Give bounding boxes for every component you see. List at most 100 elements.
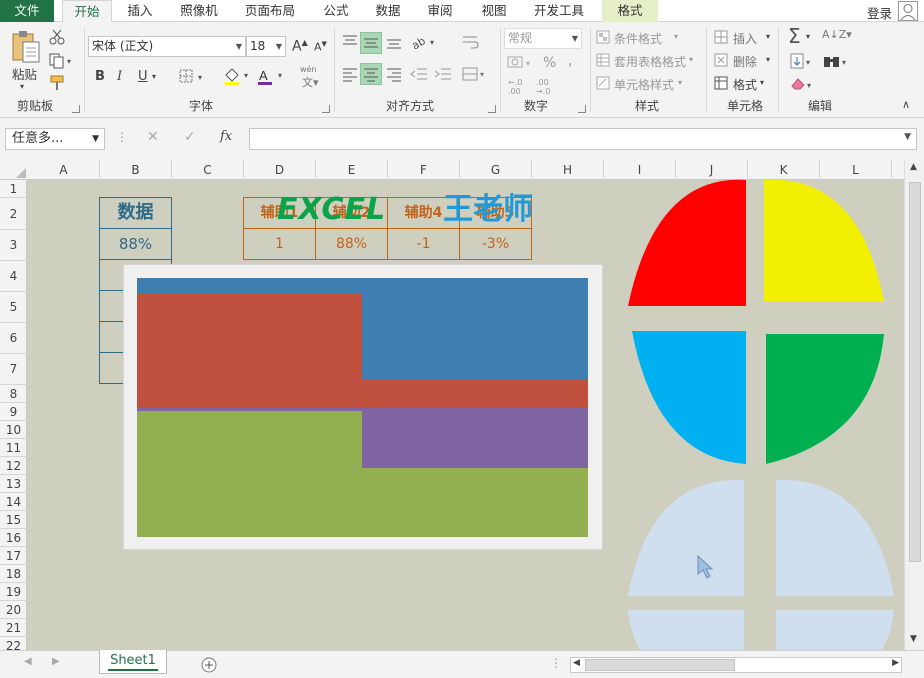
paste-dropdown-icon[interactable]: ▾ (20, 82, 24, 91)
column-header[interactable]: B (100, 160, 172, 180)
scroll-left-icon[interactable]: ◀ (573, 658, 580, 668)
pie-pale-quarter-br[interactable] (776, 610, 894, 650)
user-avatar-icon[interactable] (898, 1, 918, 21)
helper-cell[interactable]: -1 (387, 228, 460, 260)
decrease-indent-icon[interactable] (410, 66, 428, 82)
next-sheet-icon[interactable]: ▶ (52, 656, 60, 667)
row-header[interactable]: 19 (0, 583, 27, 601)
insert-cells-button[interactable]: 插入 (733, 30, 757, 47)
row-header[interactable]: 21 (0, 619, 27, 637)
row-header[interactable]: 20 (0, 601, 27, 619)
row-header[interactable]: 5 (0, 292, 27, 323)
insert-function-button[interactable]: fx (220, 129, 232, 144)
cancel-entry-icon[interactable]: ✕ (147, 129, 159, 145)
decrease-decimal-button[interactable]: .00 →.0 (536, 78, 558, 96)
column-header[interactable]: H (532, 160, 604, 180)
orientation-icon[interactable]: ab ▾ (410, 34, 438, 50)
autosum-icon[interactable]: Σ (788, 24, 801, 48)
column-header[interactable]: A (28, 160, 100, 180)
tab-split-grip-icon[interactable]: ⋮ (550, 656, 562, 670)
scroll-right-icon[interactable]: ▶ (892, 658, 899, 668)
pie-shapes-group[interactable] (620, 176, 904, 650)
tab-page-layout[interactable]: 页面布局 (238, 0, 302, 22)
shrink-font-icon[interactable]: A▼ (314, 40, 327, 54)
column-header[interactable]: G (460, 160, 532, 180)
row-header[interactable]: 1 (0, 180, 27, 198)
font-color-icon[interactable]: A ▾ (256, 66, 286, 86)
name-box[interactable]: 任意多... ▼ (5, 128, 105, 150)
add-sheet-icon[interactable] (201, 657, 217, 673)
tab-home[interactable]: 开始 (62, 0, 112, 23)
paste-icon[interactable] (10, 30, 42, 64)
delete-cells-button[interactable]: 删除 (733, 53, 757, 70)
bold-icon[interactable]: B (95, 69, 105, 84)
font-name-combo[interactable]: 宋体 (正文) ▼ (88, 36, 246, 57)
helper-cell[interactable]: 1 (243, 228, 316, 260)
tab-format[interactable]: 格式 (602, 0, 658, 22)
vertical-scrollbar[interactable]: ▲ ▼ (904, 160, 924, 650)
helper-cell[interactable]: -3% (459, 228, 532, 260)
pie-pale-quarter-tr[interactable] (776, 479, 894, 596)
data-cell[interactable]: 88% (99, 228, 172, 260)
pie-green-quarter[interactable] (766, 334, 884, 464)
sort-filter-icon[interactable]: A↓Z▾ (822, 28, 852, 41)
row-header[interactable]: 12 (0, 457, 27, 475)
format-painter-icon[interactable] (48, 74, 66, 92)
horizontal-scrollbar[interactable]: ◀ ▶ (570, 657, 902, 673)
align-top-icon[interactable] (342, 34, 358, 50)
row-header[interactable]: 3 (0, 230, 27, 261)
row-header[interactable]: 13 (0, 475, 27, 493)
vertical-scroll-thumb[interactable] (909, 182, 921, 562)
collapse-ribbon-icon[interactable]: ∧ (902, 98, 910, 111)
pie-pale-quarter-bl[interactable] (628, 610, 744, 650)
row-header[interactable]: 8 (0, 385, 27, 403)
number-launcher[interactable] (578, 105, 586, 113)
chart-object[interactable] (123, 264, 603, 550)
tab-developer[interactable]: 开发工具 (526, 0, 592, 22)
copy-icon[interactable]: ▾ (48, 52, 74, 70)
login-link[interactable]: 登录 (867, 3, 892, 22)
column-header[interactable]: F (388, 160, 460, 180)
prev-sheet-icon[interactable]: ◀ (24, 656, 32, 667)
expand-formula-icon[interactable]: ▼ (904, 132, 911, 142)
pie-cyan-quarter[interactable] (632, 331, 746, 464)
accounting-format-icon[interactable]: ▾ (506, 54, 534, 72)
alignment-launcher[interactable] (488, 105, 496, 113)
data-table-header[interactable]: 数据 (99, 197, 172, 229)
row-header[interactable]: 10 (0, 421, 27, 439)
increase-indent-icon[interactable] (434, 66, 452, 82)
find-select-icon[interactable]: ▾ (822, 53, 850, 71)
comma-style-button[interactable]: , (568, 53, 572, 69)
align-right-icon[interactable] (386, 66, 402, 82)
column-header[interactable]: E (316, 160, 388, 180)
scroll-up-icon[interactable]: ▲ (910, 162, 917, 172)
font-size-combo[interactable]: 18 ▼ (246, 36, 286, 57)
cell-styles-button[interactable]: 单元格样式 (614, 76, 674, 93)
row-header[interactable]: 22 (0, 637, 27, 650)
row-header[interactable]: 11 (0, 439, 27, 457)
helper-cell[interactable]: 88% (315, 228, 388, 260)
phonetic-guide-icon[interactable]: wén (300, 65, 317, 74)
tab-file[interactable]: 文件 (0, 0, 54, 22)
paste-button[interactable]: 粘贴 (12, 64, 37, 83)
tab-review[interactable]: 审阅 (418, 0, 462, 22)
tab-data[interactable]: 数据 (366, 0, 410, 22)
row-header[interactable]: 6 (0, 323, 27, 354)
horizontal-scroll-thumb[interactable] (585, 659, 735, 671)
row-header[interactable]: 9 (0, 403, 27, 421)
row-header[interactable]: 15 (0, 511, 27, 529)
tab-view[interactable]: 视图 (472, 0, 516, 22)
tab-formulas[interactable]: 公式 (314, 0, 358, 22)
increase-decimal-button[interactable]: ←.0 .00 (508, 78, 530, 96)
pie-yellow-quarter[interactable] (764, 179, 884, 302)
underline-dropdown-icon[interactable]: ▾ (152, 72, 156, 81)
merge-center-icon[interactable]: ▾ (462, 66, 488, 82)
align-bottom-icon[interactable] (386, 34, 402, 50)
pie-pale-quarter-tl[interactable] (628, 479, 744, 596)
row-header[interactable]: 14 (0, 493, 27, 511)
font-launcher[interactable] (322, 105, 330, 113)
format-cells-button[interactable]: 格式 (733, 76, 757, 93)
row-header[interactable]: 4 (0, 261, 27, 292)
row-header[interactable]: 7 (0, 354, 27, 385)
row-header[interactable]: 16 (0, 529, 27, 547)
